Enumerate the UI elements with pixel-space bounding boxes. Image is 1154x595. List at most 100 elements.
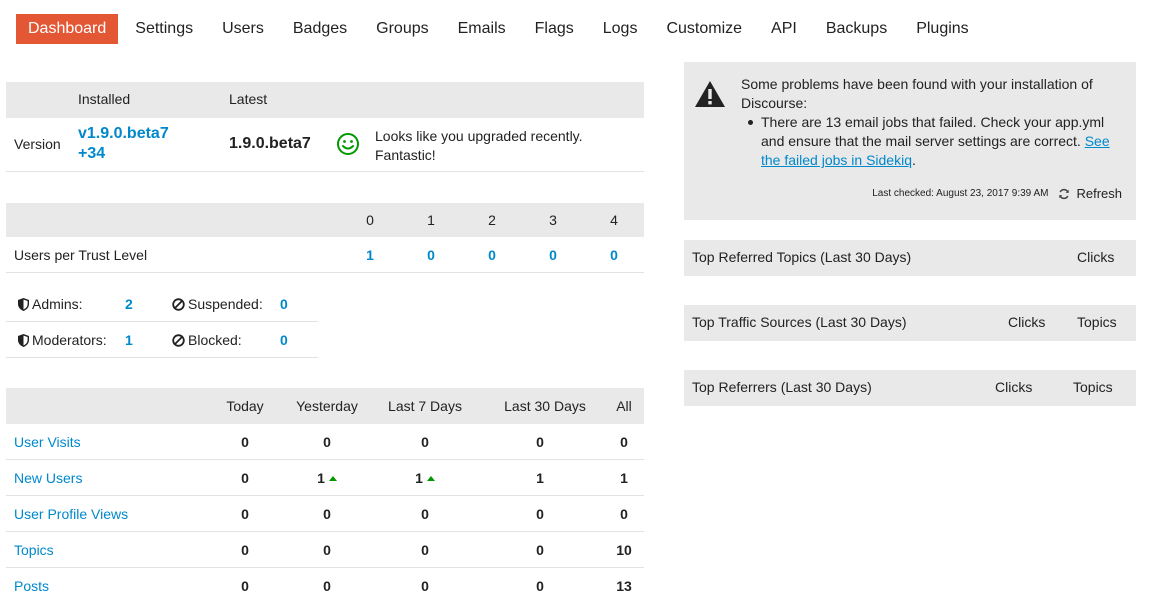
trust-level-1-count[interactable]: 0 <box>416 247 446 263</box>
stat-value: 1 <box>415 470 423 486</box>
trust-level-3-count[interactable]: 0 <box>538 247 568 263</box>
trend-up-icon <box>328 476 337 481</box>
refresh-label: Refresh <box>1076 186 1122 201</box>
nav-backups[interactable]: Backups <box>814 14 899 44</box>
refresh-icon <box>1059 188 1070 199</box>
trust-level-2-header: 2 <box>488 212 496 228</box>
stat-value: 0 <box>421 578 429 594</box>
table-row: Posts 0 0 0 0 13 <box>6 568 644 595</box>
trust-level-header: 0 1 2 3 4 <box>6 203 644 237</box>
trust-level-2-count[interactable]: 0 <box>477 247 507 263</box>
col-last-30-days: Last 30 Days <box>504 398 586 414</box>
stat-value: 13 <box>616 578 632 594</box>
stat-label-user-visits[interactable]: User Visits <box>14 434 81 450</box>
version-label: Version <box>14 136 61 152</box>
col-today: Today <box>226 398 264 414</box>
nav-dashboard[interactable]: Dashboard <box>16 14 119 44</box>
trust-level-table: 0 1 2 3 4 Users per Trust Level 1 0 0 0 … <box>6 203 644 273</box>
top-referred-topics-title: Top Referred Topics (Last 30 Days) <box>692 249 912 265</box>
top-referred-topics-col-clicks: Clicks <box>1077 249 1115 265</box>
trend-up-icon <box>426 476 435 481</box>
stat-label-user-profile-views[interactable]: User Profile Views <box>14 506 128 522</box>
col-all: All <box>616 398 632 414</box>
nav-emails[interactable]: Emails <box>446 14 518 44</box>
top-referrers-col-topics: Topics <box>1073 379 1113 395</box>
col-last-7-days: Last 7 Days <box>388 398 462 414</box>
stat-value: 1 <box>536 470 544 486</box>
top-traffic-sources-col-clicks: Clicks <box>1008 314 1046 330</box>
admins-label-group: Admins: <box>18 296 83 312</box>
trust-level-row: Users per Trust Level 1 0 0 0 0 <box>6 237 644 273</box>
stat-value: 1 <box>317 470 325 486</box>
version-row: Version v1.9.0.beta7 +34 1.9.0.beta7 Loo… <box>6 118 644 172</box>
nav-flags[interactable]: Flags <box>523 14 586 44</box>
stat-value: 0 <box>421 434 429 450</box>
version-message: Looks like you upgraded recently. Fantas… <box>375 127 615 165</box>
staff-counts-table: Admins: 2 Suspended: 0 Moderators: 1 Blo… <box>6 286 318 358</box>
suspended-label-group: Suspended: <box>172 296 263 312</box>
nav-customize[interactable]: Customize <box>654 14 754 44</box>
problem-end: . <box>912 152 916 168</box>
installed-version-number: v1.9.0.beta7 <box>78 125 169 142</box>
stat-value: 10 <box>616 542 632 558</box>
problems-list: There are 13 email jobs that failed. Che… <box>748 113 1121 170</box>
top-traffic-sources-table: Top Traffic Sources (Last 30 Days) Click… <box>684 305 1136 341</box>
shield-icon <box>18 298 29 311</box>
installed-version[interactable]: v1.9.0.beta7 +34 <box>78 124 198 164</box>
problems-panel: Some problems have been found with your … <box>684 62 1136 220</box>
stat-value: 0 <box>241 542 249 558</box>
stat-value: 0 <box>323 434 331 450</box>
top-referrers-title: Top Referrers (Last 30 Days) <box>692 379 872 395</box>
stat-value: 0 <box>241 506 249 522</box>
version-message-line1: Looks like you upgraded recently. <box>375 128 583 144</box>
nav-logs[interactable]: Logs <box>591 14 650 44</box>
nav-badges[interactable]: Badges <box>281 14 359 44</box>
stat-value: 0 <box>241 470 249 486</box>
trust-level-1-header: 1 <box>427 212 435 228</box>
suspended-label: Suspended: <box>188 296 263 312</box>
stat-label-topics[interactable]: Topics <box>14 542 54 558</box>
top-referred-topics-table: Top Referred Topics (Last 30 Days) Click… <box>684 240 1136 276</box>
latest-version: 1.9.0.beta7 <box>229 135 311 152</box>
installed-version-commits: +34 <box>78 145 106 162</box>
trust-level-3-header: 3 <box>549 212 557 228</box>
stat-label-posts[interactable]: Posts <box>14 578 49 594</box>
nav-plugins[interactable]: Plugins <box>904 14 980 44</box>
stat-label-new-users[interactable]: New Users <box>14 470 82 486</box>
nav-groups[interactable]: Groups <box>364 14 440 44</box>
admins-count[interactable]: 2 <box>125 296 133 312</box>
table-row: New Users 0 1 1 1 1 <box>6 460 644 496</box>
top-traffic-sources-title: Top Traffic Sources (Last 30 Days) <box>692 314 907 330</box>
nav-users[interactable]: Users <box>210 14 276 44</box>
installed-header: Installed <box>78 91 131 107</box>
stat-value-trend: 1 <box>282 470 372 486</box>
stat-value: 0 <box>536 506 544 522</box>
trust-level-0-header: 0 <box>366 212 374 228</box>
blocked-count[interactable]: 0 <box>280 332 288 348</box>
nav-api[interactable]: API <box>759 14 809 44</box>
table-row: Topics 0 0 0 0 10 <box>6 532 644 568</box>
moderators-label-group: Moderators: <box>18 332 107 348</box>
stat-value: 0 <box>536 434 544 450</box>
trust-level-4-header: 4 <box>610 212 618 228</box>
admins-label: Admins: <box>32 296 83 312</box>
stat-value: 0 <box>536 578 544 594</box>
last-checked-text: Last checked: August 23, 2017 9:39 AM <box>872 188 1049 199</box>
stat-value: 1 <box>620 470 628 486</box>
trust-level-4-count[interactable]: 0 <box>599 247 629 263</box>
top-referrers-col-clicks: Clicks <box>995 379 1033 395</box>
suspended-count[interactable]: 0 <box>280 296 288 312</box>
refresh-button[interactable]: Refresh <box>1058 186 1122 201</box>
version-message-line2: Fantastic! <box>375 147 436 163</box>
moderators-label: Moderators: <box>32 332 107 348</box>
ban-icon <box>172 334 185 347</box>
problems-intro-line2: Discourse: <box>741 95 808 111</box>
shield-icon <box>18 334 29 347</box>
trust-level-0-count[interactable]: 1 <box>355 247 385 263</box>
moderators-count[interactable]: 1 <box>125 332 133 348</box>
nav-settings[interactable]: Settings <box>123 14 205 44</box>
trust-level-label: Users per Trust Level <box>14 247 148 263</box>
blocked-label: Blocked: <box>188 332 242 348</box>
stat-value: 0 <box>323 506 331 522</box>
table-row: User Profile Views 0 0 0 0 0 <box>6 496 644 532</box>
